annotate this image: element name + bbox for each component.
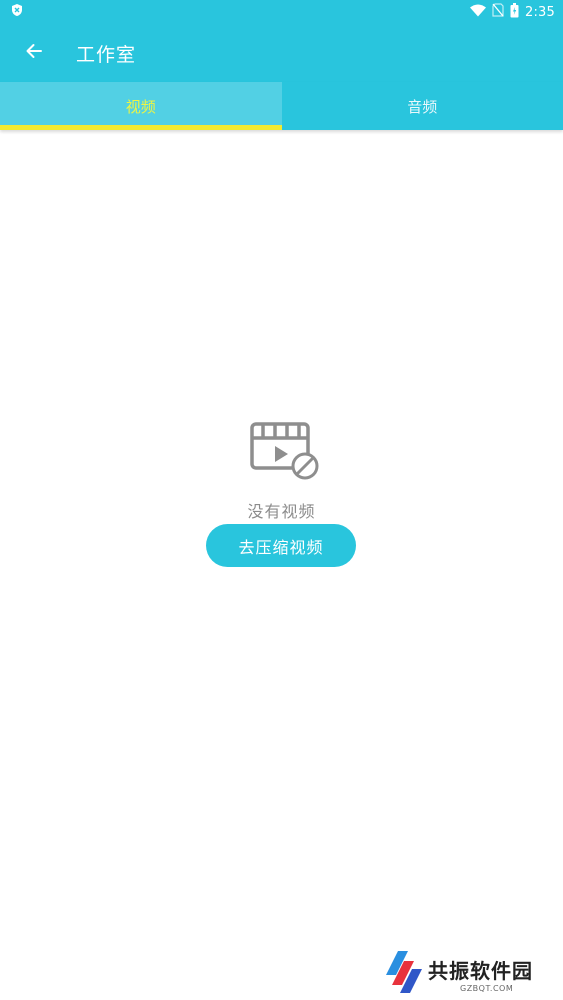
status-right: 2:35 bbox=[470, 2, 555, 22]
empty-state: 没有视频 bbox=[0, 418, 563, 522]
tab-label: 视频 bbox=[125, 97, 156, 116]
wifi-icon bbox=[470, 4, 486, 21]
watermark-site: GZBQT.COM bbox=[460, 984, 514, 993]
tab-audio[interactable]: 音频 bbox=[282, 82, 563, 130]
status-left bbox=[10, 3, 24, 21]
back-button[interactable] bbox=[12, 31, 56, 75]
status-time: 2:35 bbox=[525, 4, 555, 20]
watermark: 共振软件园 GZBQT.COM bbox=[384, 950, 554, 998]
status-bar: 2:35 bbox=[0, 0, 563, 24]
battery-icon bbox=[510, 2, 519, 22]
shield-icon bbox=[10, 3, 24, 21]
empty-message: 没有视频 bbox=[247, 502, 316, 521]
watermark-logo-icon bbox=[384, 949, 426, 999]
tab-bar: 视频 音频 bbox=[0, 82, 563, 130]
arrow-left-icon bbox=[25, 42, 43, 64]
watermark-name: 共振软件园 bbox=[428, 959, 533, 983]
compress-video-button[interactable]: 去压缩视频 bbox=[206, 524, 356, 567]
no-sim-icon bbox=[492, 3, 504, 21]
tab-label: 音频 bbox=[407, 97, 438, 116]
page-title: 工作室 bbox=[76, 43, 137, 66]
tab-video[interactable]: 视频 bbox=[0, 82, 282, 130]
app-bar: 工作室 bbox=[0, 24, 563, 82]
tab-indicator bbox=[0, 125, 282, 130]
watermark-texts: 共振软件园 GZBQT.COM bbox=[428, 955, 533, 993]
video-off-icon bbox=[241, 418, 323, 488]
